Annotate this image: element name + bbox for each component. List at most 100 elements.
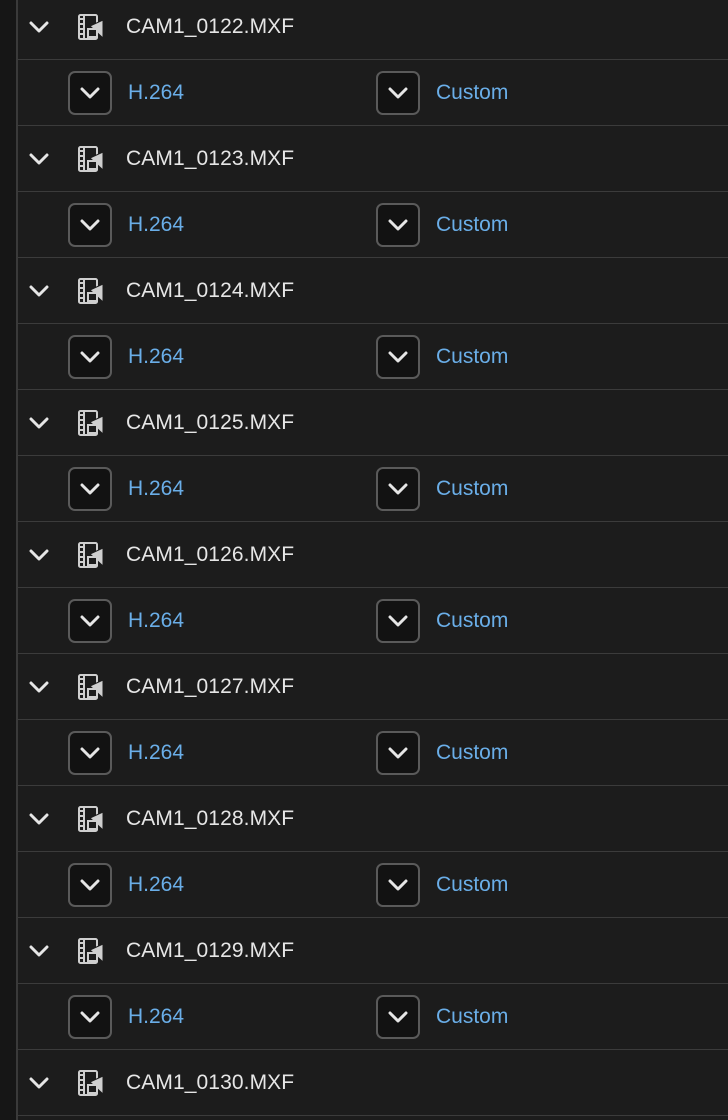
- format-dropdown-button[interactable]: [68, 994, 112, 1039]
- video-clip-icon: [76, 936, 106, 966]
- source-filename: CAM1_0122.MXF: [126, 14, 295, 38]
- source-row[interactable]: CAM1_0127.MXF: [18, 654, 728, 720]
- preset-value[interactable]: Custom: [436, 741, 508, 765]
- format-value[interactable]: H.264: [128, 213, 184, 237]
- chevron-down-icon[interactable]: [18, 654, 60, 719]
- source-row[interactable]: CAM1_0130.MXF: [18, 1050, 728, 1116]
- preset-dropdown-button[interactable]: [376, 862, 420, 907]
- export-queue: CAM1_0122.MXF H.264 Custom CAM1_0123.MXF…: [18, 0, 728, 1116]
- video-clip-icon: [76, 1068, 106, 1098]
- format-field[interactable]: H.264: [68, 60, 184, 125]
- format-field[interactable]: H.264: [68, 720, 184, 785]
- preset-value[interactable]: Custom: [436, 213, 508, 237]
- source-filename: CAM1_0127.MXF: [126, 674, 295, 698]
- format-value[interactable]: H.264: [128, 345, 184, 369]
- format-field[interactable]: H.264: [68, 324, 184, 389]
- source-filename: CAM1_0129.MXF: [126, 938, 295, 962]
- preset-field[interactable]: Custom: [376, 720, 508, 785]
- preset-field[interactable]: Custom: [376, 984, 508, 1049]
- format-value[interactable]: H.264: [128, 609, 184, 633]
- chevron-down-icon[interactable]: [18, 258, 60, 323]
- format-dropdown-button[interactable]: [68, 466, 112, 511]
- chevron-down-icon: [80, 879, 100, 890]
- source-filename: CAM1_0123.MXF: [126, 146, 295, 170]
- source-row[interactable]: CAM1_0128.MXF: [18, 786, 728, 852]
- preset-value[interactable]: Custom: [436, 1005, 508, 1029]
- output-row: H.264 Custom: [18, 192, 728, 258]
- video-clip-icon: [76, 12, 106, 42]
- preset-dropdown-button[interactable]: [376, 730, 420, 775]
- video-clip-icon: [76, 672, 106, 702]
- chevron-down-icon[interactable]: [18, 918, 60, 983]
- chevron-down-icon[interactable]: [18, 522, 60, 587]
- preset-field[interactable]: Custom: [376, 192, 508, 257]
- preset-dropdown-button[interactable]: [376, 70, 420, 115]
- chevron-down-icon: [388, 219, 408, 230]
- source-row[interactable]: CAM1_0123.MXF: [18, 126, 728, 192]
- preset-dropdown-button[interactable]: [376, 466, 420, 511]
- source-row[interactable]: CAM1_0126.MXF: [18, 522, 728, 588]
- chevron-down-icon[interactable]: [18, 390, 60, 455]
- chevron-down-icon: [388, 87, 408, 98]
- format-value[interactable]: H.264: [128, 1005, 184, 1029]
- format-dropdown-button[interactable]: [68, 202, 112, 247]
- output-row: H.264 Custom: [18, 60, 728, 126]
- source-filename: CAM1_0128.MXF: [126, 806, 295, 830]
- video-clip-icon: [76, 804, 106, 834]
- preset-value[interactable]: Custom: [436, 873, 508, 897]
- preset-dropdown-button[interactable]: [376, 202, 420, 247]
- format-field[interactable]: H.264: [68, 984, 184, 1049]
- source-row[interactable]: CAM1_0125.MXF: [18, 390, 728, 456]
- preset-dropdown-button[interactable]: [376, 994, 420, 1039]
- chevron-down-icon: [80, 615, 100, 626]
- format-value[interactable]: H.264: [128, 873, 184, 897]
- format-dropdown-button[interactable]: [68, 730, 112, 775]
- preset-value[interactable]: Custom: [436, 477, 508, 501]
- source-filename: CAM1_0130.MXF: [126, 1070, 295, 1094]
- format-dropdown-button[interactable]: [68, 598, 112, 643]
- video-clip-icon: [76, 144, 106, 174]
- preset-field[interactable]: Custom: [376, 324, 508, 389]
- source-row[interactable]: CAM1_0124.MXF: [18, 258, 728, 324]
- chevron-down-icon: [80, 351, 100, 362]
- format-field[interactable]: H.264: [68, 588, 184, 653]
- chevron-down-icon[interactable]: [18, 786, 60, 851]
- preset-dropdown-button[interactable]: [376, 334, 420, 379]
- preset-value[interactable]: Custom: [436, 609, 508, 633]
- format-value[interactable]: H.264: [128, 477, 184, 501]
- preset-value[interactable]: Custom: [436, 81, 508, 105]
- preset-field[interactable]: Custom: [376, 588, 508, 653]
- output-row: H.264 Custom: [18, 588, 728, 654]
- video-clip-icon: [76, 276, 106, 306]
- format-field[interactable]: H.264: [68, 456, 184, 521]
- preset-field[interactable]: Custom: [376, 456, 508, 521]
- source-row[interactable]: CAM1_0122.MXF: [18, 0, 728, 60]
- output-row: H.264 Custom: [18, 852, 728, 918]
- chevron-down-icon: [388, 351, 408, 362]
- output-row: H.264 Custom: [18, 720, 728, 786]
- preset-field[interactable]: Custom: [376, 852, 508, 917]
- chevron-down-icon: [80, 219, 100, 230]
- output-row: H.264 Custom: [18, 456, 728, 522]
- source-row[interactable]: CAM1_0129.MXF: [18, 918, 728, 984]
- video-clip-icon: [76, 408, 106, 438]
- format-dropdown-button[interactable]: [68, 334, 112, 379]
- chevron-down-icon[interactable]: [18, 126, 60, 191]
- format-dropdown-button[interactable]: [68, 70, 112, 115]
- preset-field[interactable]: Custom: [376, 60, 508, 125]
- preset-dropdown-button[interactable]: [376, 598, 420, 643]
- chevron-down-icon[interactable]: [18, 0, 60, 59]
- format-field[interactable]: H.264: [68, 852, 184, 917]
- format-dropdown-button[interactable]: [68, 862, 112, 907]
- format-value[interactable]: H.264: [128, 741, 184, 765]
- output-row: H.264 Custom: [18, 984, 728, 1050]
- chevron-down-icon: [388, 1011, 408, 1022]
- format-value[interactable]: H.264: [128, 81, 184, 105]
- format-field[interactable]: H.264: [68, 192, 184, 257]
- output-row: H.264 Custom: [18, 324, 728, 390]
- preset-value[interactable]: Custom: [436, 345, 508, 369]
- chevron-down-icon: [388, 747, 408, 758]
- chevron-down-icon[interactable]: [18, 1050, 60, 1115]
- left-gutter: [0, 0, 18, 1120]
- chevron-down-icon: [388, 879, 408, 890]
